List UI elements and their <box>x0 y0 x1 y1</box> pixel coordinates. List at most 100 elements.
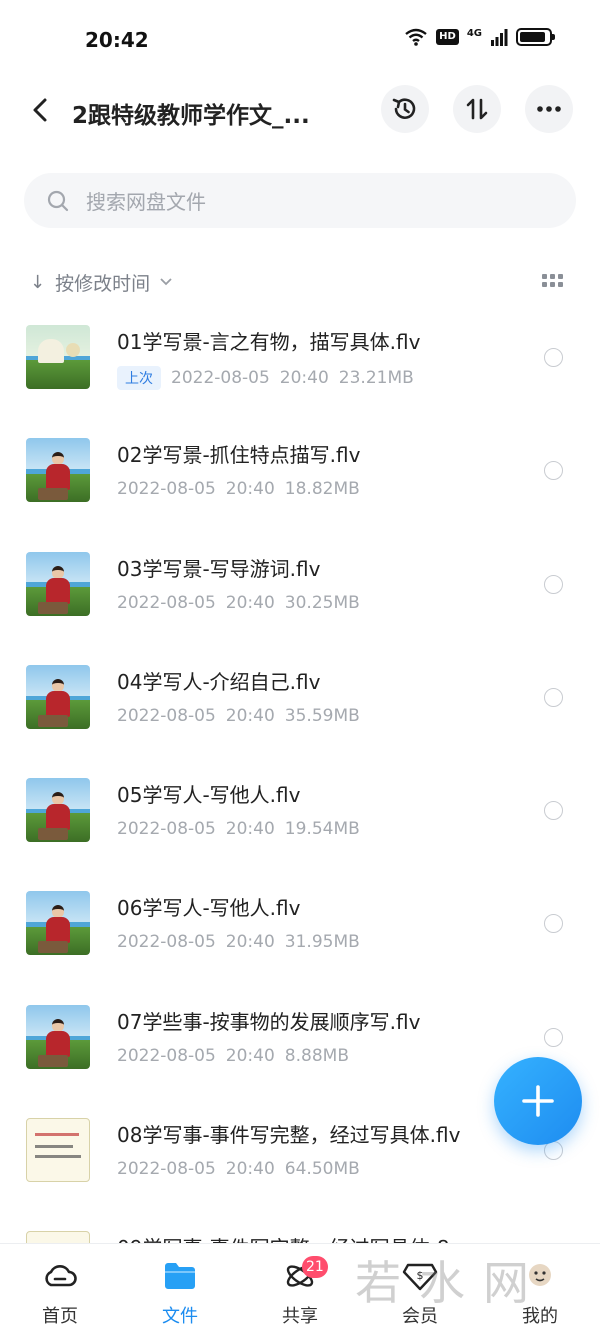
chevron-down-icon <box>160 278 172 286</box>
file-size: 19.54MB <box>284 819 360 840</box>
file-size: 18.82MB <box>284 479 360 500</box>
video-thumbnail <box>26 664 90 729</box>
grid-view-icon[interactable] <box>542 274 564 290</box>
svg-text:$: $ <box>417 1269 424 1282</box>
header: 2跟特级教师学作文_... <box>0 82 600 138</box>
select-checkbox[interactable] <box>544 348 563 367</box>
sort-arrows-icon <box>466 98 488 120</box>
file-date: 2022-08-05 <box>117 819 216 840</box>
file-time: 20:40 <box>279 368 329 388</box>
member-diamond-icon: $ <box>402 1263 438 1291</box>
history-button[interactable] <box>381 85 429 133</box>
file-row[interactable]: 01学写景-言之有物，描写具体.flv 上次 2022-08-05 20:40 23.2… <box>0 310 600 423</box>
file-size: 31.95MB <box>284 932 360 953</box>
status-bar: 20:42 HD 4G <box>0 0 600 82</box>
last-opened-tag: 上次 <box>117 366 161 390</box>
search-input[interactable]: 搜索网盘文件 <box>24 173 576 228</box>
history-icon <box>392 98 416 119</box>
select-checkbox[interactable] <box>544 1027 563 1047</box>
network-label: 4G <box>466 28 482 39</box>
wifi-icon <box>405 28 427 46</box>
more-button[interactable] <box>525 85 573 133</box>
nav-label: 我的 <box>522 1306 558 1327</box>
share-badge: 21 <box>302 1256 328 1278</box>
select-checkbox[interactable] <box>544 914 563 934</box>
file-row[interactable]: 03学写景-写导游词.flv 2022-08-05 20:40 30.25MB <box>0 537 600 650</box>
file-date: 2022-08-05 <box>117 705 216 726</box>
hd-badge: HD <box>436 29 459 45</box>
file-meta: 2022-08-05 20:40 30.25MB <box>117 593 360 613</box>
file-name: 05学写人-写他人.flv <box>117 783 301 808</box>
file-row[interactable]: 04学写人-介绍自己.flv 2022-08-05 20:40 35.59MB <box>0 650 600 763</box>
file-date: 2022-08-05 <box>117 932 216 953</box>
status-icons: HD 4G <box>404 28 555 46</box>
add-button[interactable] <box>494 1057 582 1145</box>
video-thumbnail <box>26 438 90 503</box>
back-button[interactable] <box>22 92 58 128</box>
nav-home[interactable]: 首页 <box>0 1244 120 1333</box>
more-dots-icon <box>537 106 561 112</box>
file-meta: 2022-08-05 20:40 8.88MB <box>117 1046 349 1066</box>
file-meta: 2022-08-05 20:40 35.59MB <box>117 706 360 726</box>
nav-label: 共享 <box>282 1306 318 1327</box>
file-name: 01学写景-言之有物，描写具体.flv <box>117 330 421 354</box>
nav-profile[interactable]: 我的 <box>480 1244 600 1333</box>
signal-icon <box>491 29 508 46</box>
file-time: 20:40 <box>225 932 275 953</box>
file-meta: 2022-08-05 20:40 19.54MB <box>117 819 360 839</box>
page-title: 2跟特级教师学作文_... <box>72 103 310 129</box>
select-checkbox[interactable] <box>544 687 563 707</box>
nav-label: 首页 <box>42 1306 78 1327</box>
video-thumbnail <box>26 1004 90 1069</box>
file-name: 04学写人-介绍自己.flv <box>117 669 321 694</box>
nav-member[interactable]: $ 会员 <box>360 1244 480 1333</box>
video-thumbnail <box>26 778 90 843</box>
cloud-icon <box>45 1265 77 1287</box>
file-list: 01学写景-言之有物，描写具体.flv 上次 2022-08-05 20:40 23.2… <box>0 310 600 1330</box>
file-name: 08学写事-事件写完整，经过写具体.flv <box>117 1123 461 1148</box>
file-size: 8.88MB <box>284 1045 349 1066</box>
file-date: 2022-08-05 <box>117 1045 216 1066</box>
file-time: 20:40 <box>225 705 275 726</box>
file-date: 2022-08-05 <box>171 368 270 388</box>
bottom-nav: 首页 文件 21 共享 $ 会员 我的 <box>0 1243 600 1333</box>
file-row[interactable]: 06学写人-写他人.flv 2022-08-05 20:40 31.95MB <box>0 876 600 989</box>
plus-icon <box>522 1085 554 1117</box>
file-name: 03学写景-写导游词.flv <box>117 556 321 581</box>
nav-files[interactable]: 文件 <box>120 1244 240 1333</box>
video-thumbnail <box>26 1118 90 1183</box>
file-name: 07学些事-按事物的发展顺序写.flv <box>117 1009 421 1034</box>
status-time: 20:42 <box>85 28 149 52</box>
select-checkbox[interactable] <box>544 801 563 821</box>
file-name: 02学写景-抓住特点描写.flv <box>117 443 361 468</box>
file-size: 64.50MB <box>284 1159 360 1180</box>
file-size: 35.59MB <box>284 705 360 726</box>
select-checkbox[interactable] <box>544 461 563 481</box>
profile-icon <box>529 1264 551 1286</box>
nav-share[interactable]: 21 共享 <box>240 1244 360 1333</box>
file-time: 20:40 <box>225 479 275 500</box>
file-date: 2022-08-05 <box>117 479 216 500</box>
nav-label: 文件 <box>162 1306 198 1327</box>
sort-down-arrow-icon: ↓ <box>30 271 46 293</box>
file-row[interactable]: 02学写景-抓住特点描写.flv 2022-08-05 20:40 18.82MB <box>0 423 600 536</box>
battery-icon <box>516 28 555 46</box>
file-row[interactable]: 05学写人-写他人.flv 2022-08-05 20:40 19.54MB <box>0 763 600 876</box>
file-meta: 2022-08-05 20:40 31.95MB <box>117 932 360 952</box>
file-time: 20:40 <box>225 819 275 840</box>
file-date: 2022-08-05 <box>117 592 216 613</box>
chevron-left-icon <box>33 98 47 122</box>
file-size: 30.25MB <box>284 592 360 613</box>
select-checkbox[interactable] <box>544 574 563 594</box>
file-size: 23.21MB <box>338 368 414 388</box>
search-icon <box>47 190 69 211</box>
video-thumbnail <box>26 551 90 616</box>
file-meta: 2022-08-05 20:40 18.82MB <box>117 479 360 499</box>
sort-dropdown[interactable]: ↓ 按修改时间 <box>30 266 172 298</box>
folder-icon <box>165 1263 195 1289</box>
sort-toggle-button[interactable] <box>453 85 501 133</box>
video-thumbnail <box>26 325 90 389</box>
file-time: 20:40 <box>225 1159 275 1180</box>
sort-label: 按修改时间 <box>55 272 151 295</box>
nav-label: 会员 <box>402 1306 438 1327</box>
